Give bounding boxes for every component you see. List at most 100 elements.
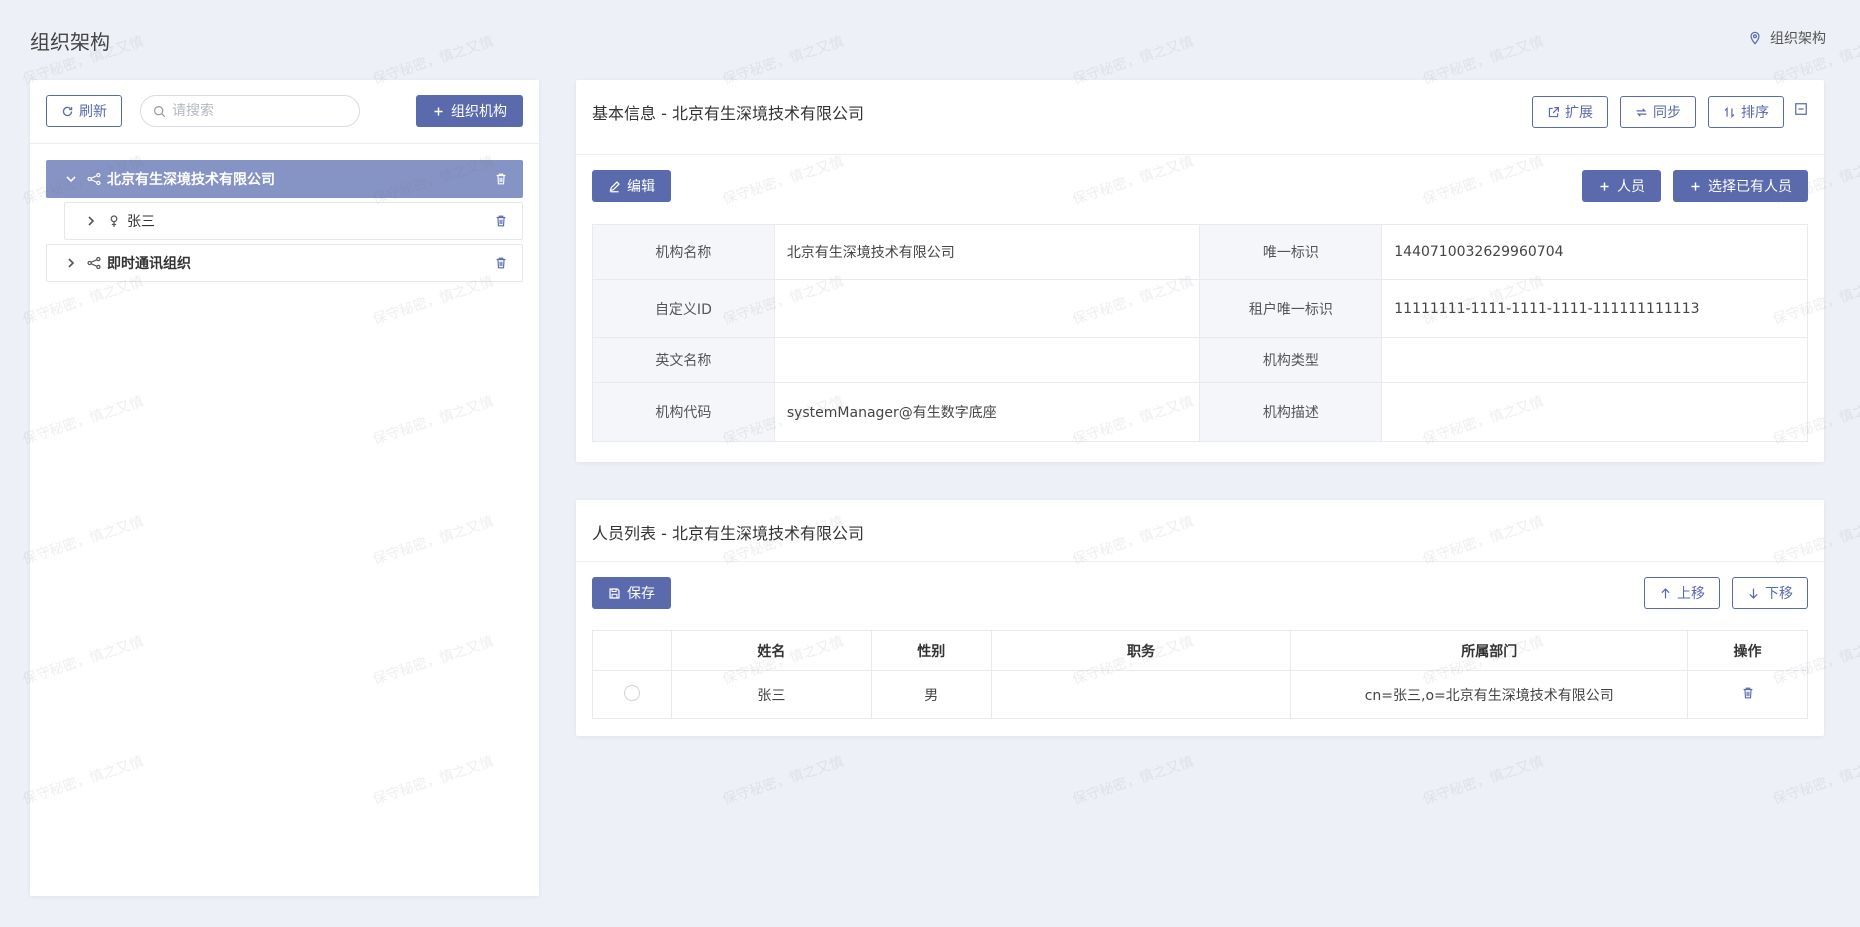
tree-node-im-org[interactable]: 即时通讯组织: [46, 244, 523, 282]
row-radio[interactable]: [623, 684, 640, 701]
org-structure-icon: [87, 256, 101, 270]
en-name-value: [773, 337, 1201, 383]
person-table: 姓名 性别 职务 所属部门 操作 张三 男 cn=张三,o=北京有生深境技术有限…: [592, 630, 1808, 719]
arrow-down-icon: [1749, 588, 1758, 599]
delete-icon[interactable]: [494, 172, 508, 186]
sync-label: 同步: [1653, 105, 1681, 121]
select-existing-person-label: 选择已有人员: [1708, 179, 1792, 195]
col-dept[interactable]: 所属部门: [1290, 630, 1689, 671]
tree-node-label: 北京有生深境技术有限公司: [107, 172, 275, 188]
save-label: 保存: [627, 586, 655, 602]
custom-id-value: [773, 279, 1201, 338]
delete-icon[interactable]: [494, 214, 508, 228]
col-position[interactable]: 职务: [990, 630, 1292, 671]
add-person-label: 人员: [1617, 179, 1645, 195]
move-down-label: 下移: [1765, 586, 1793, 602]
org-type-label: 机构类型: [1199, 337, 1383, 383]
table-header-row: 姓名 性别 职务 所属部门 操作: [592, 630, 1808, 671]
row-gender: 男: [870, 670, 992, 719]
basic-info-table: 机构名称 北京有生深境技术有限公司 唯一标识 14407100326299607…: [592, 224, 1808, 442]
basic-info-title: 基本信息 - 北京有生深境技术有限公司: [592, 104, 864, 123]
col-actions: 操作: [1687, 630, 1808, 671]
sync-button[interactable]: 同步: [1620, 96, 1696, 128]
sort-icon: [1724, 106, 1735, 118]
org-desc-value: [1381, 382, 1808, 442]
plus-icon: [434, 106, 443, 116]
col-name[interactable]: 姓名: [670, 630, 872, 671]
person-list-header: 人员列表 - 北京有生深境技术有限公司: [576, 500, 1824, 562]
move-up-button[interactable]: 上移: [1644, 577, 1720, 609]
person-list-panel: 人员列表 - 北京有生深境技术有限公司 保存 上移 下移 姓名 性别 职务 所属…: [576, 500, 1824, 736]
edit-label: 编辑: [627, 179, 655, 195]
plus-icon: [1691, 181, 1700, 191]
col-gender[interactable]: 性别: [870, 630, 992, 671]
row-dept: cn=张三,o=北京有生深境技术有限公司: [1290, 670, 1689, 719]
custom-id-label: 自定义ID: [592, 279, 775, 338]
row-name: 张三: [670, 670, 872, 719]
basic-info-header: 基本信息 - 北京有生深境技术有限公司 扩展 同步 排序: [576, 80, 1824, 155]
add-org-button[interactable]: 组织机构: [416, 95, 523, 127]
chevron-right-icon[interactable]: [65, 257, 77, 269]
col-select: [592, 630, 672, 671]
person-list-actions: 保存 上移 下移: [576, 562, 1824, 630]
org-tree: 北京有生深境技术有限公司 张三 即时通讯组织: [30, 144, 539, 302]
person-list-title: 人员列表 - 北京有生深境技术有限公司: [592, 524, 864, 543]
select-existing-person-button[interactable]: 选择已有人员: [1673, 170, 1808, 202]
add-person-button[interactable]: 人员: [1582, 170, 1661, 202]
save-icon: [609, 587, 620, 599]
org-desc-label: 机构描述: [1199, 382, 1383, 442]
org-name-label: 机构名称: [592, 224, 775, 280]
tenant-uid-value: 11111111-1111-1111-1111-111111111113: [1381, 279, 1808, 338]
delete-icon[interactable]: [494, 256, 508, 270]
refresh-label: 刷新: [79, 104, 107, 120]
tree-node-label: 张三: [127, 214, 155, 230]
edit-icon: [609, 180, 620, 192]
tree-toolbar: 刷新 组织机构: [30, 80, 539, 144]
move-up-label: 上移: [1677, 586, 1705, 602]
chevron-down-icon[interactable]: [65, 173, 77, 185]
sync-icon: [1636, 107, 1647, 117]
add-org-label: 组织机构: [451, 104, 507, 120]
breadcrumb[interactable]: 组织架构: [1748, 28, 1826, 48]
location-pin-icon: [1750, 31, 1760, 45]
female-user-icon: [110, 215, 118, 227]
move-down-button[interactable]: 下移: [1732, 577, 1808, 609]
search-input[interactable]: [172, 103, 342, 119]
arrow-up-icon: [1661, 587, 1670, 598]
extend-label: 扩展: [1565, 105, 1593, 121]
sort-button[interactable]: 排序: [1708, 96, 1784, 128]
tree-node-person[interactable]: 张三: [64, 202, 523, 240]
uid-value: 1440710032629960704: [1381, 224, 1808, 280]
table-row[interactable]: 张三 男 cn=张三,o=北京有生深境技术有限公司: [592, 670, 1808, 719]
collapse-icon[interactable]: [1794, 102, 1808, 116]
extend-button[interactable]: 扩展: [1532, 96, 1608, 128]
watermark-text: 保守秘密，慎之又慎: [1070, 753, 1196, 809]
org-code-value: systemManager@有生数字底座: [773, 382, 1201, 442]
uid-label: 唯一标识: [1199, 224, 1383, 280]
sort-label: 排序: [1741, 105, 1769, 121]
search-icon: [154, 105, 166, 117]
watermark-text: 保守秘密，慎之又慎: [1770, 753, 1860, 809]
watermark-text: 保守秘密，慎之又慎: [1420, 753, 1546, 809]
edit-button[interactable]: 编辑: [592, 170, 671, 202]
row-select-cell: [592, 670, 672, 719]
delete-icon[interactable]: [1741, 686, 1755, 700]
en-name-label: 英文名称: [592, 337, 775, 383]
search-box[interactable]: [140, 95, 360, 127]
plus-icon: [1600, 181, 1609, 191]
row-actions-cell: [1687, 670, 1808, 719]
org-structure-icon: [87, 172, 101, 186]
refresh-icon: [62, 106, 73, 116]
org-code-label: 机构代码: [592, 382, 775, 442]
save-button[interactable]: 保存: [592, 577, 671, 609]
tree-node-label: 即时通讯组织: [107, 256, 191, 272]
tree-node-company[interactable]: 北京有生深境技术有限公司: [46, 160, 523, 198]
refresh-button[interactable]: 刷新: [46, 95, 122, 127]
page-title: 组织架构: [30, 30, 110, 54]
org-name-value: 北京有生深境技术有限公司: [773, 224, 1201, 280]
chevron-right-icon[interactable]: [85, 215, 97, 227]
org-tree-panel: 刷新 组织机构 北京有生深境技术有限公司 张三 即时通讯组织: [30, 80, 539, 896]
breadcrumb-label: 组织架构: [1770, 31, 1826, 47]
row-position: [990, 670, 1292, 719]
watermark-text: 保守秘密，慎之又慎: [720, 753, 846, 809]
